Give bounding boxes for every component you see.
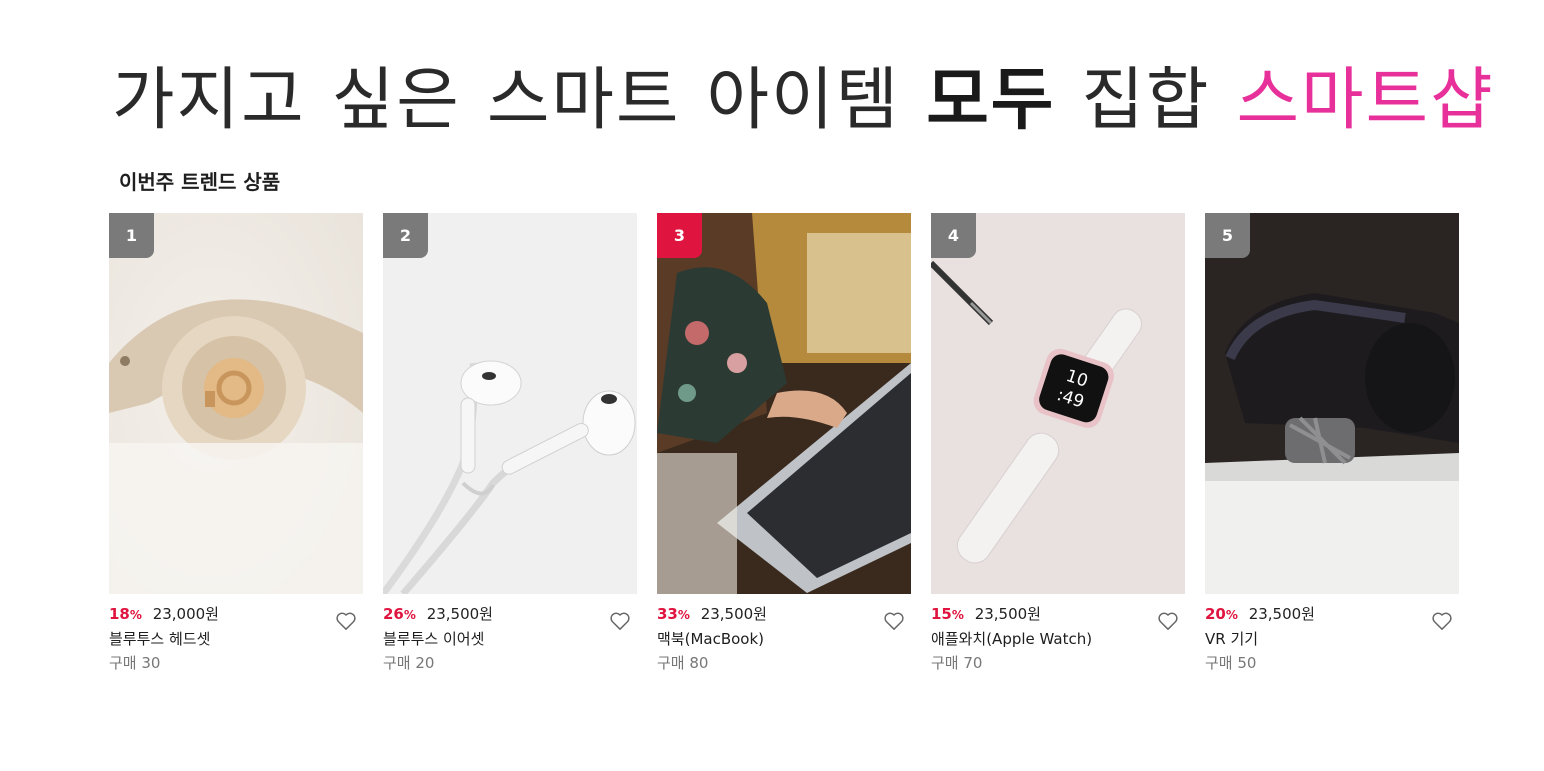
product-image-watch[interactable]: 4 10 :49 bbox=[931, 213, 1185, 594]
price: 23,000원 bbox=[152, 605, 219, 623]
hero-headline: 가지고 싶은 스마트 아이템 모두 집합 스마트샵 bbox=[112, 48, 1495, 140]
discount-unit: % bbox=[403, 608, 416, 622]
product-name[interactable]: 애플와치(Apple Watch) bbox=[931, 630, 1185, 648]
product-info: 20% 23,500원 VR 기기 구매 50 bbox=[1205, 594, 1459, 675]
discount-value: 15 bbox=[931, 605, 952, 623]
hero-brand: 스마트샵 bbox=[1236, 60, 1495, 140]
price-line: 15% 23,500원 bbox=[931, 605, 1185, 624]
purchase-count: 구매 50 bbox=[1205, 654, 1257, 672]
product-image-laptop[interactable]: 3 bbox=[657, 213, 911, 594]
hero-word: 집합 bbox=[1081, 60, 1211, 140]
rank-badge: 3 bbox=[657, 213, 702, 258]
product-card[interactable]: 2 26% 23,500원 블루투스 이어셋 구매 20 bbox=[383, 213, 637, 675]
discount-unit: % bbox=[1225, 608, 1238, 622]
hero-word: 아이템 bbox=[706, 60, 901, 140]
price-line: 20% 23,500원 bbox=[1205, 605, 1459, 624]
product-image-vr-headset[interactable]: 5 bbox=[1205, 213, 1459, 594]
price: 23,500원 bbox=[426, 605, 493, 623]
product-name[interactable]: 블루투스 헤드셋 bbox=[109, 630, 363, 648]
discount-value: 26 bbox=[383, 605, 404, 623]
rank-badge: 1 bbox=[109, 213, 154, 258]
discount-rate: 26% bbox=[383, 605, 416, 623]
purchase-count: 구매 30 bbox=[109, 654, 161, 672]
product-image-headphones[interactable]: 1 bbox=[109, 213, 363, 594]
discount-unit: % bbox=[677, 608, 690, 622]
heart-outline-icon[interactable] bbox=[1157, 611, 1179, 631]
rank-badge: 4 bbox=[931, 213, 976, 258]
product-list: 1 18% 23,000원 블루투스 헤드셋 구매 30 2 26% 23,50… bbox=[109, 213, 1459, 675]
price-line: 26% 23,500원 bbox=[383, 605, 637, 624]
product-name[interactable]: 블루투스 이어셋 bbox=[383, 630, 637, 648]
product-card[interactable]: 3 33% 23,500원 맥북(MacBook) 구매 80 bbox=[657, 213, 911, 675]
heart-outline-icon[interactable] bbox=[1431, 611, 1453, 631]
purchase-count: 구매 20 bbox=[383, 654, 435, 672]
price: 23,500원 bbox=[1248, 605, 1315, 623]
product-card[interactable]: 5 20% 23,500원 VR 기기 구매 50 bbox=[1205, 213, 1459, 675]
discount-unit: % bbox=[951, 608, 964, 622]
heart-outline-icon[interactable] bbox=[335, 611, 357, 631]
discount-value: 33 bbox=[657, 605, 678, 623]
discount-rate: 18% bbox=[109, 605, 142, 623]
price-line: 18% 23,000원 bbox=[109, 605, 363, 624]
price-line: 33% 23,500원 bbox=[657, 605, 911, 624]
heart-outline-icon[interactable] bbox=[609, 611, 631, 631]
purchase-count: 구매 70 bbox=[931, 654, 983, 672]
hero-word-emphasis: 모두 bbox=[926, 60, 1056, 140]
hero-word: 스마트 bbox=[486, 60, 681, 140]
product-info: 26% 23,500원 블루투스 이어셋 구매 20 bbox=[383, 594, 637, 675]
product-info: 18% 23,000원 블루투스 헤드셋 구매 30 bbox=[109, 594, 363, 675]
heart-outline-icon[interactable] bbox=[883, 611, 905, 631]
discount-rate: 33% bbox=[657, 605, 690, 623]
product-name[interactable]: 맥북(MacBook) bbox=[657, 630, 911, 648]
discount-rate: 15% bbox=[931, 605, 964, 623]
discount-value: 20 bbox=[1205, 605, 1226, 623]
discount-rate: 20% bbox=[1205, 605, 1238, 623]
product-info: 33% 23,500원 맥북(MacBook) 구매 80 bbox=[657, 594, 911, 675]
price: 23,500원 bbox=[700, 605, 767, 623]
hero-word: 싶은 bbox=[331, 60, 461, 140]
section-title: 이번주 트렌드 상품 bbox=[119, 170, 281, 194]
discount-unit: % bbox=[129, 608, 142, 622]
product-name[interactable]: VR 기기 bbox=[1205, 630, 1459, 648]
discount-value: 18 bbox=[109, 605, 130, 623]
product-image-earphones[interactable]: 2 bbox=[383, 213, 637, 594]
price: 23,500원 bbox=[974, 605, 1041, 623]
rank-badge: 5 bbox=[1205, 213, 1250, 258]
product-card[interactable]: 4 10 :49 15% 23,500원 애플와치(Apple Watch) 구… bbox=[931, 213, 1185, 675]
purchase-count: 구매 80 bbox=[657, 654, 709, 672]
rank-badge: 2 bbox=[383, 213, 428, 258]
hero-word: 가지고 bbox=[112, 60, 306, 140]
product-info: 15% 23,500원 애플와치(Apple Watch) 구매 70 bbox=[931, 594, 1185, 675]
product-card[interactable]: 1 18% 23,000원 블루투스 헤드셋 구매 30 bbox=[109, 213, 363, 675]
